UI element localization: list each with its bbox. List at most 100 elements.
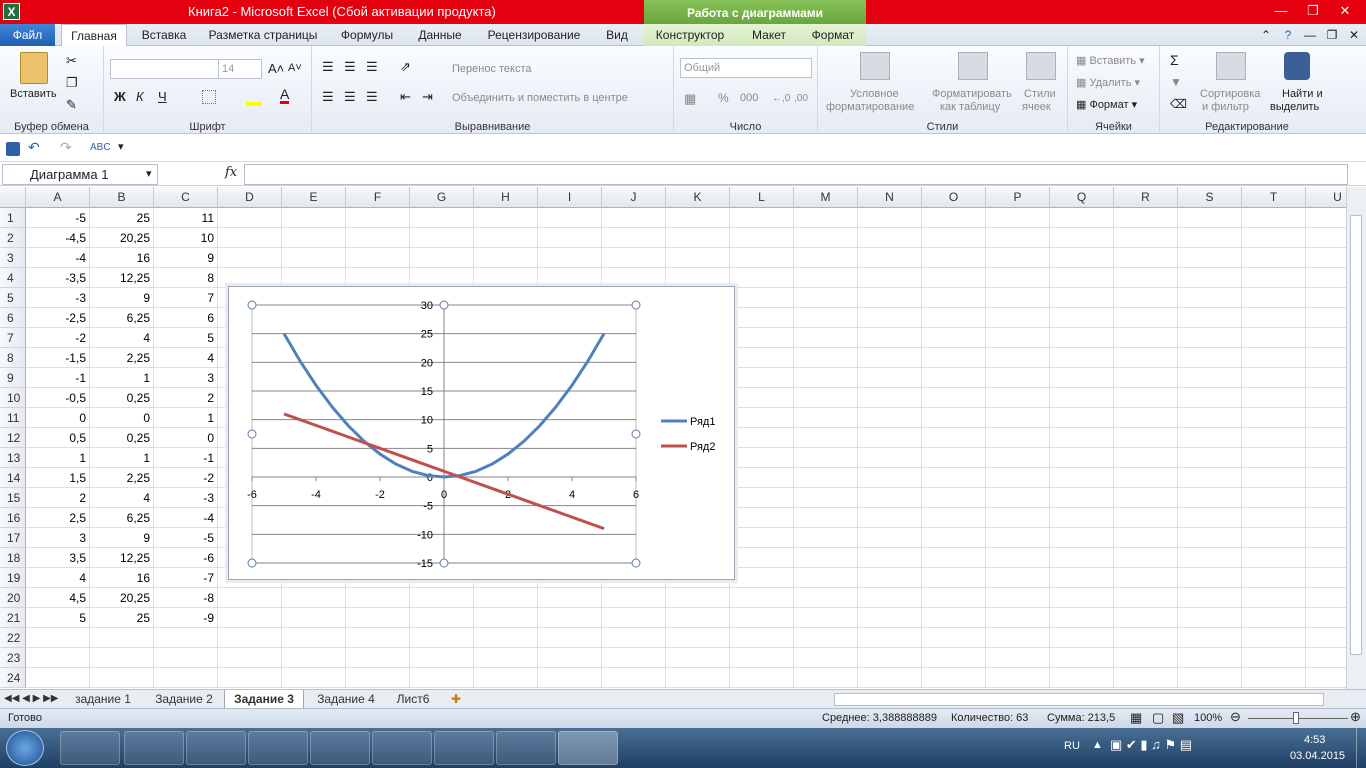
- font-name-combo[interactable]: [110, 59, 222, 79]
- cell[interactable]: [1242, 488, 1306, 508]
- cell[interactable]: [1050, 368, 1114, 388]
- cell[interactable]: [538, 208, 602, 228]
- cell[interactable]: 12,25: [90, 548, 154, 568]
- x-tick-label[interactable]: 6: [633, 489, 639, 501]
- cell[interactable]: [922, 588, 986, 608]
- cell[interactable]: [218, 608, 282, 628]
- align-right-icon[interactable]: ☰: [366, 90, 378, 103]
- cell[interactable]: 6,25: [90, 308, 154, 328]
- tab-review[interactable]: Рецензирование: [480, 24, 588, 46]
- cell[interactable]: 3,5: [26, 548, 90, 568]
- y-tick-label[interactable]: -10: [417, 529, 433, 541]
- cell[interactable]: -2: [154, 468, 218, 488]
- help-icon[interactable]: ?: [1278, 24, 1298, 46]
- cell[interactable]: 2,25: [90, 468, 154, 488]
- cell[interactable]: [986, 628, 1050, 648]
- tab-insert[interactable]: Вставка: [133, 24, 195, 46]
- column-header-C[interactable]: C: [154, 187, 218, 208]
- cell[interactable]: [282, 648, 346, 668]
- cell[interactable]: [858, 608, 922, 628]
- y-tick-label[interactable]: 15: [421, 386, 433, 398]
- cell[interactable]: [858, 568, 922, 588]
- cell[interactable]: [922, 368, 986, 388]
- cell[interactable]: [26, 628, 90, 648]
- cell[interactable]: [410, 608, 474, 628]
- column-header-M[interactable]: M: [794, 187, 858, 208]
- cell[interactable]: [1050, 308, 1114, 328]
- cell[interactable]: [538, 648, 602, 668]
- vertical-scrollbar[interactable]: [1346, 187, 1366, 689]
- cell[interactable]: [1114, 348, 1178, 368]
- cell[interactable]: [858, 588, 922, 608]
- cell[interactable]: [858, 508, 922, 528]
- cell[interactable]: [1114, 668, 1178, 688]
- autosum-icon[interactable]: Σ: [1170, 53, 1179, 67]
- cell[interactable]: 4: [90, 328, 154, 348]
- normal-view-icon[interactable]: ▦: [1130, 711, 1142, 724]
- cell[interactable]: [1050, 288, 1114, 308]
- cell[interactable]: 0,25: [90, 428, 154, 448]
- cell[interactable]: 8: [154, 268, 218, 288]
- cell[interactable]: [922, 348, 986, 368]
- cell[interactable]: [26, 668, 90, 688]
- cell[interactable]: [986, 668, 1050, 688]
- cell[interactable]: [858, 408, 922, 428]
- sheet-tab-2[interactable]: Задание 2: [146, 690, 222, 709]
- clock-time[interactable]: 4:53: [1304, 734, 1325, 747]
- cell[interactable]: [922, 628, 986, 648]
- cell[interactable]: [794, 208, 858, 228]
- cell[interactable]: 9: [90, 528, 154, 548]
- cell[interactable]: [1242, 568, 1306, 588]
- cell[interactable]: [1242, 268, 1306, 288]
- cell[interactable]: 2: [154, 388, 218, 408]
- cell[interactable]: [282, 208, 346, 228]
- cell[interactable]: 2: [26, 488, 90, 508]
- cell[interactable]: [1178, 308, 1242, 328]
- cell[interactable]: [794, 588, 858, 608]
- cell[interactable]: [1306, 328, 1346, 348]
- percent-button[interactable]: %: [718, 92, 729, 105]
- row-header[interactable]: 22: [0, 628, 26, 648]
- row-header[interactable]: 7: [0, 328, 26, 348]
- row-header[interactable]: 21: [0, 608, 26, 628]
- cell[interactable]: [1178, 548, 1242, 568]
- cell[interactable]: [1242, 328, 1306, 348]
- cell[interactable]: [794, 268, 858, 288]
- cell[interactable]: [1178, 648, 1242, 668]
- cell[interactable]: [1114, 648, 1178, 668]
- cell[interactable]: [1178, 488, 1242, 508]
- cell[interactable]: [1178, 428, 1242, 448]
- cell[interactable]: 12,25: [90, 268, 154, 288]
- cell[interactable]: [1114, 428, 1178, 448]
- cell[interactable]: [858, 648, 922, 668]
- cell[interactable]: [1242, 348, 1306, 368]
- cell[interactable]: [474, 208, 538, 228]
- cell[interactable]: [986, 228, 1050, 248]
- cell[interactable]: [922, 408, 986, 428]
- cell[interactable]: [986, 588, 1050, 608]
- cell[interactable]: [730, 308, 794, 328]
- cell[interactable]: [282, 268, 346, 288]
- cell[interactable]: [794, 468, 858, 488]
- decrease-decimal-icon[interactable]: ,00: [794, 92, 808, 105]
- row-header[interactable]: 3: [0, 248, 26, 268]
- cell[interactable]: -2: [26, 328, 90, 348]
- cell[interactable]: 0: [26, 408, 90, 428]
- cell[interactable]: 6: [154, 308, 218, 328]
- cell[interactable]: [1050, 488, 1114, 508]
- cell[interactable]: [602, 648, 666, 668]
- cell[interactable]: 4: [154, 348, 218, 368]
- cell[interactable]: [922, 668, 986, 688]
- legend-label-2[interactable]: Ряд2: [690, 441, 715, 453]
- cell[interactable]: 25: [90, 208, 154, 228]
- cell[interactable]: [858, 668, 922, 688]
- paste-button[interactable]: Вставить: [10, 88, 57, 101]
- cell[interactable]: [602, 608, 666, 628]
- conditional-format-icon[interactable]: [860, 52, 890, 80]
- sort-filter-line2[interactable]: и фильтр: [1202, 101, 1249, 114]
- cell[interactable]: [858, 528, 922, 548]
- cell[interactable]: [1114, 408, 1178, 428]
- cell[interactable]: [218, 628, 282, 648]
- y-tick-label[interactable]: 25: [421, 329, 433, 341]
- cell[interactable]: [1178, 228, 1242, 248]
